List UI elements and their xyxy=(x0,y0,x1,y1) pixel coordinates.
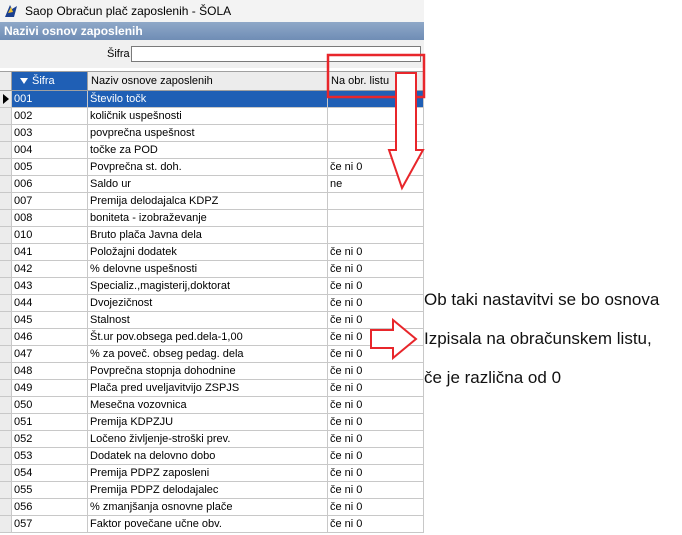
annotation-line-3: če je različna od 0 xyxy=(424,368,562,387)
annotation-overlay xyxy=(326,53,426,361)
annotation-line-1: Ob taki nastavitvi se bo osnova xyxy=(424,290,660,309)
annotation-line-2: Izpisala na obračunskem listu, xyxy=(424,329,652,348)
down-arrow-icon xyxy=(387,72,425,191)
right-arrow-icon xyxy=(370,317,418,361)
